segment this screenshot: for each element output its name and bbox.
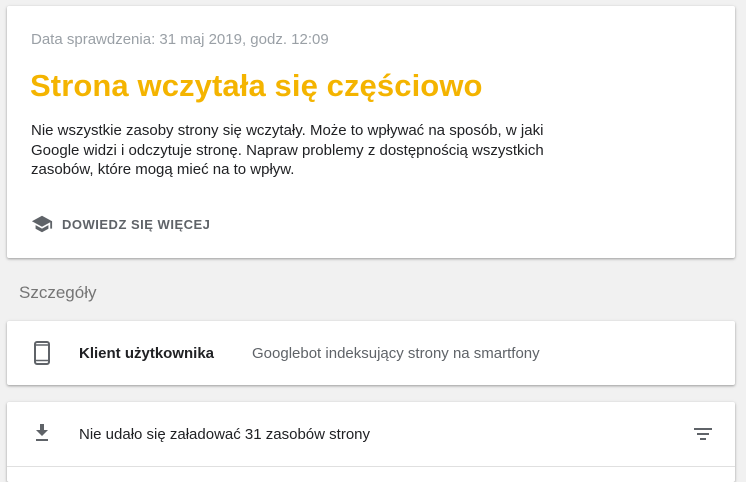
divider xyxy=(7,466,735,467)
user-agent-label: Klient użytkownika xyxy=(79,345,215,362)
check-date: Data sprawdzenia: 31 maj 2019, godz. 12:… xyxy=(31,31,329,48)
school-icon xyxy=(31,213,53,235)
page-resources-label: Nie udało się załadować 31 zasobów stron… xyxy=(79,426,370,443)
status-title: Strona wczytała się częściowo xyxy=(30,68,483,103)
page-resources-row[interactable]: Nie udało się załadować 31 zasobów stron… xyxy=(7,402,735,466)
user-agent-value: Googlebot indeksujący strony na smartfon… xyxy=(252,345,540,362)
learn-more-label: DOWIEDZ SIĘ WIĘCEJ xyxy=(62,216,211,232)
learn-more-button[interactable]: DOWIEDZ SIĘ WIĘCEJ xyxy=(31,212,210,236)
status-description: Nie wszystkie zasoby strony się wczytały… xyxy=(31,122,544,178)
filter-icon[interactable] xyxy=(692,424,714,444)
user-agent-card: Klient użytkownika Googlebot indeksujący… xyxy=(7,321,735,385)
details-heading: Szczegóły xyxy=(19,283,97,302)
status-card: Data sprawdzenia: 31 maj 2019, godz. 12:… xyxy=(7,6,735,258)
page-resources-card: Nie udało się załadować 31 zasobów stron… xyxy=(7,402,735,482)
smartphone-icon xyxy=(32,341,52,365)
download-icon xyxy=(32,422,52,444)
